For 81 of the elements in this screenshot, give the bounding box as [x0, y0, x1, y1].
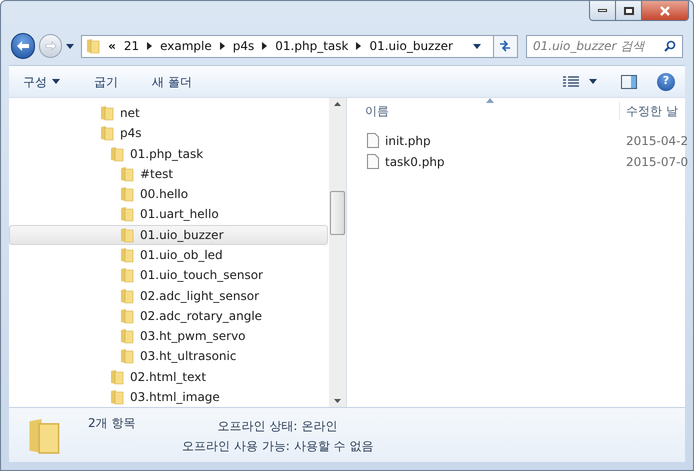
file-name[interactable]: task0.php: [385, 152, 445, 170]
caret-icon: [52, 79, 60, 84]
tree-item[interactable]: #test: [9, 164, 328, 184]
file-name[interactable]: init.php: [385, 132, 431, 150]
caret-icon: [589, 79, 597, 84]
breadcrumb-segment[interactable]: example: [160, 37, 212, 55]
folder-icon: [100, 125, 114, 142]
folder-icon: [110, 368, 124, 385]
new-folder-button[interactable]: 새 폴더: [152, 72, 192, 90]
folder-icon: [120, 246, 134, 263]
tree-item[interactable]: 02.adc_rotary_angle: [9, 306, 328, 326]
tree-item[interactable]: 01.uio_touch_sensor: [9, 265, 328, 286]
detail-value: 온라인: [301, 418, 338, 435]
column-header[interactable]: 이름: [347, 102, 619, 120]
folder-icon: [110, 146, 124, 162]
refresh-button[interactable]: [492, 36, 517, 56]
sort-arrow-icon: [486, 98, 494, 103]
column-header[interactable]: 수정한 날: [619, 102, 688, 120]
tree-item[interactable]: 03.ht_pwm_servo: [9, 326, 328, 346]
organize-menu[interactable]: 구성: [23, 72, 60, 90]
folder-icon: [120, 288, 134, 304]
folder-icon: [100, 105, 114, 122]
back-arrow-icon: [16, 40, 30, 52]
close-button[interactable]: [642, 1, 688, 20]
history-dropdown[interactable]: [66, 41, 76, 51]
address-bar[interactable]: « 21 example p4s 01.php_task 01.uio_buzzer: [81, 34, 518, 58]
modified-date: 2015-04-2: [625, 132, 688, 150]
file-icon: [367, 154, 379, 169]
folder-icon: [120, 267, 134, 284]
back-button[interactable]: [11, 33, 36, 59]
detail-label: 오프라인 상태:: [218, 418, 298, 435]
tree-item[interactable]: p4s: [9, 123, 328, 144]
separator-arrow-icon[interactable]: [262, 42, 268, 50]
forward-arrow-icon: [44, 41, 57, 51]
scroll-down-icon[interactable]: [334, 399, 341, 403]
item-count: 2개 항목: [88, 415, 136, 432]
maximize-button[interactable]: [616, 1, 642, 20]
folder-icon: [110, 388, 124, 405]
minimize-button[interactable]: [590, 1, 616, 20]
tree-item[interactable]: 02.adc_light_sensor: [9, 285, 328, 306]
scrollbar[interactable]: [329, 98, 346, 407]
separator-arrow-icon[interactable]: [356, 42, 362, 50]
file-icon: [367, 133, 379, 148]
tree-item[interactable]: 00.hello: [9, 184, 328, 204]
caret-icon: [472, 44, 481, 48]
refresh-icon: [498, 40, 512, 52]
tree-item[interactable]: 01.uio_buzzer: [9, 224, 328, 245]
burn-button[interactable]: 굽기: [94, 72, 118, 90]
tree-item[interactable]: 01.uio_ob_led: [9, 244, 328, 266]
tree-item[interactable]: 01.uart_hello: [9, 204, 328, 225]
folder-icon: [120, 226, 134, 243]
scrollbar-thumb[interactable]: [330, 190, 345, 234]
detail-value: 사용할 수 없음: [294, 438, 374, 455]
tree-item[interactable]: 03.ht_ultrasonic: [9, 346, 328, 366]
folder-icon: [120, 328, 134, 344]
modified-date: 2015-07-0: [625, 154, 688, 170]
breadcrumb-segment[interactable]: p4s: [232, 37, 254, 55]
folder-icon: [120, 206, 134, 222]
folder-icon: [120, 308, 134, 324]
folder-icon: [86, 38, 100, 54]
tree-item[interactable]: 03.html_image: [9, 386, 328, 407]
caret-icon: [66, 44, 74, 48]
close-icon: [660, 6, 670, 16]
tree-item[interactable]: 01.php_task: [9, 144, 328, 164]
folder-icon: [120, 186, 134, 202]
search-field[interactable]: 01.uio_buzzer 검색: [526, 34, 683, 58]
breadcrumb-segment[interactable]: 01.php_task: [275, 37, 348, 55]
folder-icon: [120, 348, 134, 364]
view-options-button[interactable]: [563, 76, 597, 88]
breadcrumb-segment[interactable]: 21: [124, 37, 140, 55]
search-icon[interactable]: [664, 40, 676, 52]
breadcrumb-segment[interactable]: 01.uio_buzzer: [369, 37, 453, 55]
preview-pane-button[interactable]: [621, 74, 637, 88]
tree-item[interactable]: net: [9, 103, 328, 124]
separator-arrow-icon[interactable]: [220, 42, 225, 50]
scroll-up-icon[interactable]: [334, 102, 341, 106]
folder-icon: [120, 166, 134, 182]
tree-item[interactable]: 02.html_text: [9, 366, 328, 387]
overflow-chevron[interactable]: «: [108, 37, 116, 55]
detail-label: 오프라인 사용 가능:: [182, 438, 290, 455]
separator-arrow-icon[interactable]: [147, 42, 152, 50]
